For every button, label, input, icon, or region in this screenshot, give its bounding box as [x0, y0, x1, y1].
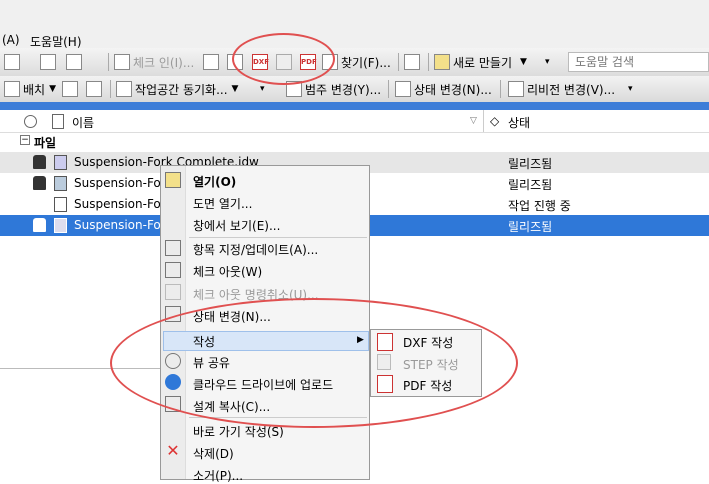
- table-icon: [62, 81, 78, 97]
- state-label: 상태 변경(N)...: [414, 82, 492, 97]
- row-name: Suspension-Fork: [74, 176, 173, 190]
- folder-icon: [434, 54, 450, 70]
- secondary-toolbar: 배치 ▼ 작업공간 동기화... ▼ ▾ 범주 변경(Y)... 상태 변경(N…: [0, 76, 709, 103]
- idw-file-icon: [54, 155, 67, 170]
- menu-bar: (A) 도움말(H): [0, 0, 709, 49]
- document-icon: [54, 197, 67, 212]
- row-state: 릴리즈됨: [508, 157, 553, 171]
- chevron-down-icon: ▼: [231, 84, 239, 94]
- copy-button[interactable]: [40, 52, 59, 72]
- paste-icon: [66, 54, 82, 70]
- lock-icon: [33, 218, 46, 232]
- delete-icon: ✕: [166, 441, 180, 460]
- state-column-icon: ◇: [490, 114, 500, 128]
- menu-item-a[interactable]: (A): [2, 33, 20, 47]
- panel-header: [0, 102, 709, 110]
- collapse-icon[interactable]: −: [20, 135, 30, 145]
- new-file-icon: [4, 54, 20, 70]
- sync-workspace-button[interactable]: 작업공간 동기화... ▼: [116, 79, 238, 99]
- checkin-label: 체크 인(I)...: [133, 55, 195, 70]
- new-file-button[interactable]: [4, 52, 23, 72]
- file-column-icon: [52, 114, 64, 129]
- row-state: 릴리즈됨: [508, 178, 553, 192]
- checkin-button[interactable]: 체크 인(I)...: [114, 52, 194, 72]
- menu-open-drawing[interactable]: 도면 열기...: [193, 195, 252, 212]
- find-label: 찾기(F)...: [341, 55, 391, 70]
- category-label: 범주 변경(Y)...: [305, 82, 382, 97]
- chevron-down-icon: ▼: [520, 57, 527, 67]
- undo-checkout-icon: [165, 284, 181, 300]
- overflow-icon: ▾: [260, 84, 265, 94]
- shopping-cart-button[interactable]: [404, 52, 423, 72]
- column-state[interactable]: 상태: [508, 114, 530, 131]
- revision-icon: [508, 81, 524, 97]
- row-name: Suspension-Fork: [74, 197, 173, 211]
- undo-icon: [203, 54, 219, 70]
- status-column-icon[interactable]: [24, 115, 37, 128]
- lock-icon: [33, 176, 46, 190]
- lock-icon: [33, 155, 46, 169]
- menu-assign-update[interactable]: 항목 지정/업데이트(A)...: [193, 241, 318, 258]
- new-label: 새로 만들기: [453, 55, 513, 70]
- overflow-icon: ▾: [628, 84, 633, 94]
- overflow-icon: ▾: [545, 57, 550, 67]
- row-state: 릴리즈됨: [508, 220, 553, 234]
- table-button[interactable]: [62, 79, 81, 99]
- magic-button[interactable]: [86, 79, 105, 99]
- assembly-file-icon: [54, 176, 67, 191]
- layout-button[interactable]: 배치 ▼: [4, 79, 56, 99]
- menu-checkout[interactable]: 체크 아웃(W): [193, 263, 262, 280]
- sync-icon: [116, 81, 132, 97]
- help-search-input[interactable]: 도움말 검색: [568, 52, 709, 72]
- menu-remove[interactable]: 소거(P)...: [193, 467, 243, 484]
- assign-item-icon: [165, 240, 181, 256]
- change-revision-button[interactable]: 리비전 변경(V)...: [508, 79, 615, 99]
- annotation-ellipse-menu: [110, 298, 518, 428]
- toolbar-overflow[interactable]: ▾: [545, 52, 550, 72]
- toolbar2-overflow[interactable]: ▾: [628, 79, 633, 99]
- paste-button[interactable]: [66, 52, 85, 72]
- menu-delete[interactable]: 삭제(D): [193, 445, 234, 462]
- layout-icon: [4, 81, 20, 97]
- sort-icon: ▽: [470, 116, 477, 126]
- column-name[interactable]: 이름: [72, 114, 94, 131]
- wand-icon: [86, 81, 102, 97]
- new-button[interactable]: 새로 만들기 ▼: [434, 52, 527, 72]
- menu-open[interactable]: 열기(O): [193, 173, 236, 190]
- change-state-button[interactable]: 상태 변경(N)...: [395, 79, 492, 99]
- chevron-down-icon: ▼: [49, 84, 57, 94]
- undo-checkout-button[interactable]: [203, 52, 222, 72]
- copy-icon: [40, 54, 56, 70]
- drawing-file-icon: [54, 218, 67, 233]
- checkout-icon: [165, 262, 181, 278]
- group-label: 파일: [34, 136, 57, 150]
- menu-view-in-window[interactable]: 창에서 보기(E)...: [193, 217, 280, 234]
- state-icon: [395, 81, 411, 97]
- open-folder-icon: [165, 172, 181, 188]
- file-group[interactable]: − 파일: [0, 132, 709, 152]
- sync-label: 작업공간 동기화...: [135, 82, 228, 97]
- layout-label: 배치: [23, 82, 46, 97]
- revision-label: 리비전 변경(V)...: [527, 82, 616, 97]
- annotation-ellipse-toolbar: [232, 33, 335, 85]
- row-name: Suspension-Fork: [74, 218, 173, 232]
- checkin-icon: [114, 54, 130, 70]
- column-header: 이름 ▽ ◇ 상태: [0, 110, 709, 133]
- row-state: 작업 진행 중: [508, 199, 571, 213]
- cart-icon: [404, 54, 420, 70]
